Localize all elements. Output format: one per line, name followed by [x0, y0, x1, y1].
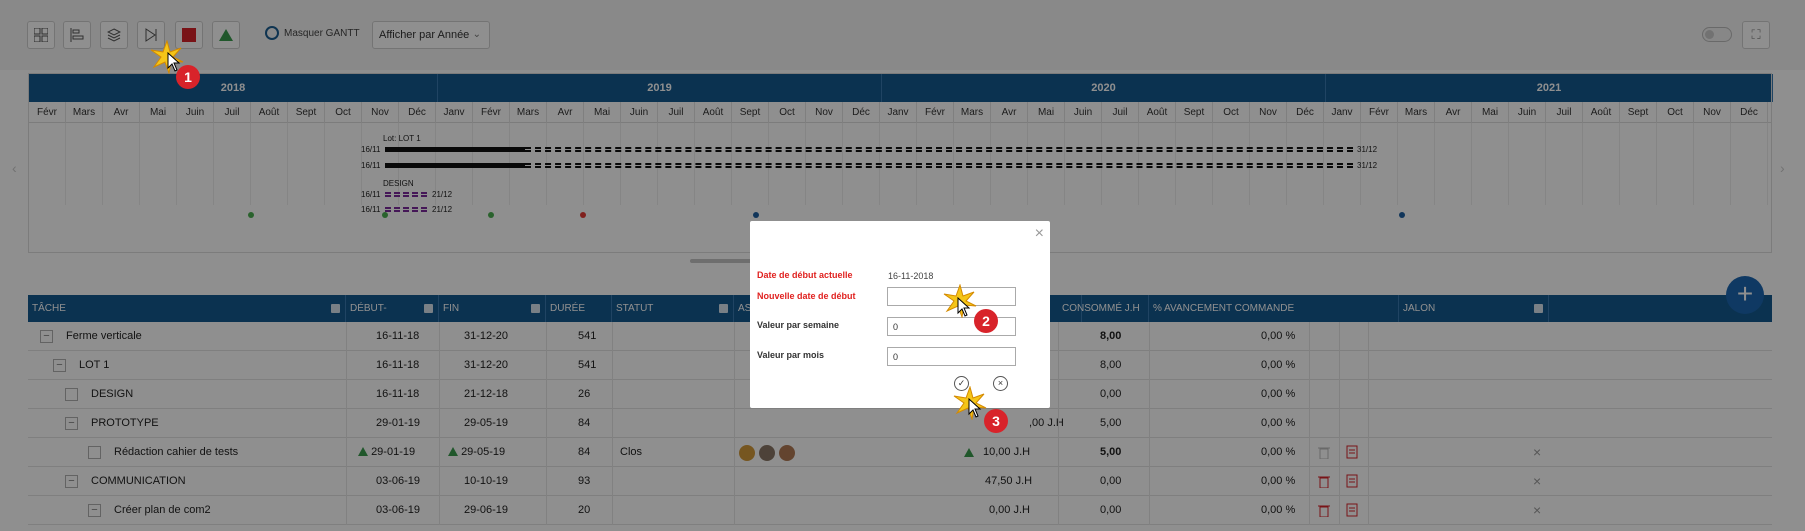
- callout-badge-2: 2: [974, 309, 998, 333]
- cancel-button[interactable]: ×: [993, 376, 1008, 391]
- week-value-label: Valeur par semaine: [757, 320, 840, 330]
- cancel-icon: ×: [997, 378, 1004, 388]
- close-icon[interactable]: ×: [1035, 225, 1044, 243]
- mouse-cursor-icon: [968, 398, 982, 418]
- new-date-label: Nouvelle date de début: [757, 291, 856, 301]
- callout-badge-3: 3: [984, 409, 1008, 433]
- month-value-label: Valeur par mois: [757, 350, 825, 360]
- current-date-value: 16-11-2018: [888, 271, 934, 281]
- callout-badge-1: 1: [176, 65, 200, 89]
- change-start-date-dialog: × Date de début actuelle 16-11-2018 Nouv…: [750, 221, 1050, 408]
- month-value-input[interactable]: 0: [887, 347, 1016, 366]
- current-date-label: Date de début actuelle: [757, 270, 853, 280]
- mouse-cursor-icon: [957, 297, 971, 317]
